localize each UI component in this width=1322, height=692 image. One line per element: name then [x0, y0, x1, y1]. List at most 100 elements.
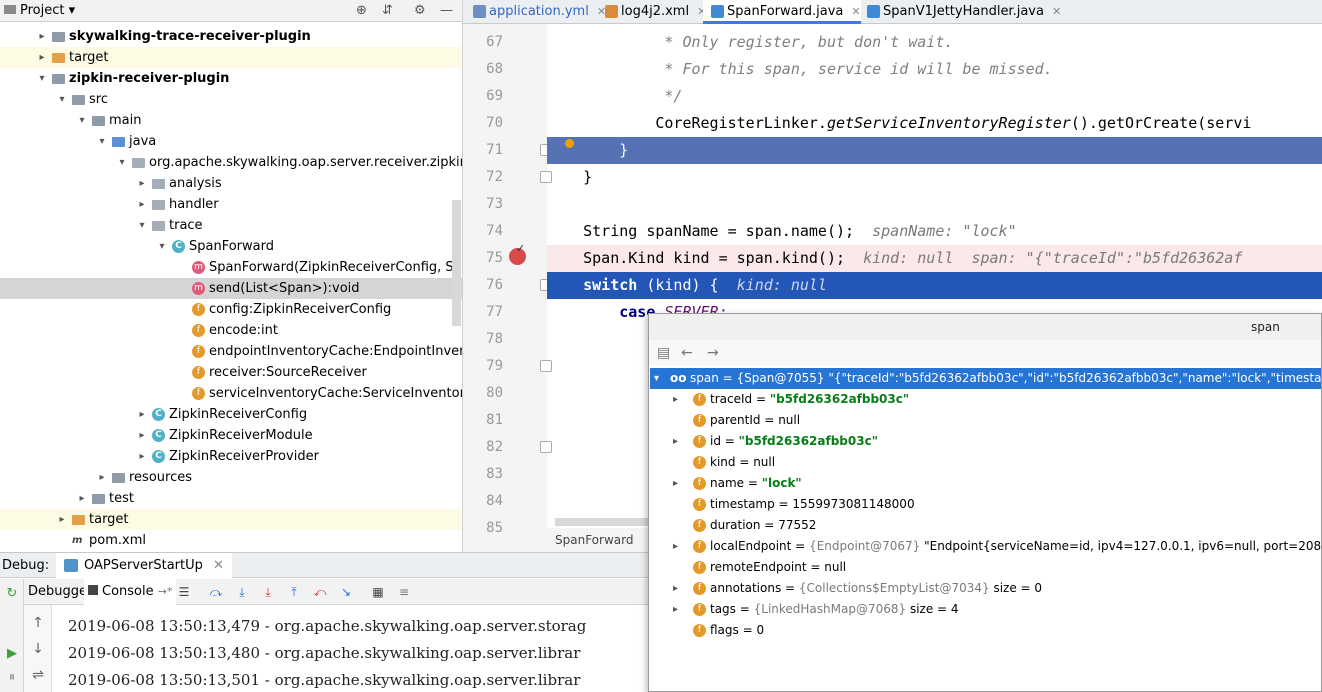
chevron-right-icon[interactable]: ▸ — [136, 404, 148, 425]
code-line-69[interactable]: */ — [547, 83, 1322, 110]
tree-item[interactable]: ▸ C ZipkinReceiverModule — [0, 425, 462, 446]
variable-row-traceid[interactable]: ▸ f traceId = "b5fd26362afbb03c" — [649, 389, 1321, 410]
tree-item[interactable]: ▾ C SpanForward — [0, 236, 462, 257]
chevron-right-icon[interactable]: ▸ — [136, 173, 148, 194]
chevron-down-icon[interactable]: ▾ — [56, 89, 68, 110]
hierarchy-icon[interactable]: ▤ — [657, 345, 670, 361]
tree-item[interactable]: ▸ C ZipkinReceiverProvider — [0, 446, 462, 467]
tab-application-yml[interactable]: application.yml ✕ — [465, 0, 606, 24]
variable-row-annotations[interactable]: ▸ f annotations = {Collections$EmptyList@7… — [649, 578, 1321, 599]
crosshair-icon[interactable]: ⊕ — [356, 3, 367, 18]
chevron-right-icon[interactable]: ▸ — [673, 578, 678, 599]
editor-horizontal-scrollbar[interactable] — [555, 518, 655, 526]
chevron-down-icon[interactable]: ▾ — [116, 152, 128, 173]
fold-marker-icon[interactable] — [540, 360, 552, 372]
tree-item[interactable]: ▾ src — [0, 89, 462, 110]
code-line-74[interactable]: String spanName = span.name(); spanName:… — [547, 218, 1322, 245]
back-arrow-icon[interactable]: ← — [681, 345, 693, 361]
code-line-68[interactable]: * For this span, service id will be miss… — [547, 56, 1322, 83]
run-to-cursor-icon[interactable]: ↘ — [338, 584, 354, 600]
chevron-right-icon[interactable]: ▸ — [136, 446, 148, 467]
chevron-right-icon[interactable]: ▸ — [673, 536, 678, 557]
chevron-right-icon[interactable]: ▸ — [136, 425, 148, 446]
fold-marker-icon[interactable] — [540, 441, 552, 453]
tab-spanforward-java[interactable]: SpanForward.java ✕ — [703, 0, 861, 24]
soft-wrap-icon[interactable]: ⇌ — [30, 667, 46, 683]
tree-item[interactable]: ▸ target — [0, 47, 462, 68]
evaluate-icon[interactable]: ▦ — [370, 584, 386, 600]
chevron-right-icon[interactable]: ▸ — [76, 488, 88, 509]
close-icon[interactable]: ✕ — [1052, 5, 1061, 18]
tree-item[interactable]: ▸ analysis — [0, 173, 462, 194]
tree-item[interactable]: ▸ skywalking-trace-receiver-plugin — [0, 26, 462, 47]
chevron-down-icon[interactable]: ▾ — [136, 215, 148, 236]
variable-root-row[interactable]: ▾ oo span = {Span@7055} "{"traceId":"b5f… — [650, 368, 1321, 389]
chevron-down-icon[interactable]: ▾ — [36, 68, 48, 89]
step-into-icon[interactable]: ⤓ — [260, 584, 276, 600]
pause-icon[interactable]: ⏸ — [3, 669, 21, 687]
tree-item[interactable]: m SpanForward(ZipkinReceiverConfig, Sou — [0, 257, 462, 278]
chevron-down-icon[interactable]: ▾ — [76, 110, 88, 131]
chevron-down-icon[interactable]: ▾ — [654, 368, 659, 389]
tree-item[interactable]: ▾ zipkin-receiver-plugin — [0, 68, 462, 89]
rerun-icon[interactable]: ↻ — [3, 585, 21, 603]
tree-item[interactable]: f receiver:SourceReceiver — [0, 362, 462, 383]
tree-item[interactable]: f serviceInventoryCache:ServiceInventory — [0, 383, 462, 404]
tree-item[interactable]: ▾ trace — [0, 215, 462, 236]
variable-row-kind[interactable]: f kind = null — [649, 452, 1321, 473]
chevron-right-icon[interactable]: ▸ — [36, 47, 48, 68]
tree-item[interactable]: ▾ org.apache.skywalking.oap.server.receiv… — [0, 152, 462, 173]
chevron-right-icon[interactable]: ▸ — [673, 473, 678, 494]
tree-item[interactable]: ▸ resources — [0, 467, 462, 488]
scroll-up-icon[interactable]: ↑ — [30, 615, 46, 631]
code-line-70[interactable]: CoreRegisterLinker.getServiceInventoryRe… — [547, 110, 1322, 137]
variable-row-duration[interactable]: f duration = 77552 — [649, 515, 1321, 536]
pin-icon[interactable]: →* — [158, 585, 173, 598]
variable-row-timestamp[interactable]: f timestamp = 1559973081148000 — [649, 494, 1321, 515]
tab-log4j2-xml[interactable]: log4j2.xml ✕ — [597, 0, 706, 24]
tab-console[interactable]: Console →* — [84, 579, 177, 605]
project-view-selector[interactable]: Project ▾ — [4, 3, 75, 18]
breadcrumb[interactable]: SpanForward — [547, 528, 657, 552]
forward-arrow-icon[interactable]: → — [707, 345, 719, 361]
scroll-down-icon[interactable]: ↓ — [30, 641, 46, 657]
chevron-right-icon[interactable]: ▸ — [673, 389, 678, 410]
tree-item[interactable]: f endpointInventoryCache:EndpointInvent — [0, 341, 462, 362]
drop-frame-icon[interactable]: ⤺ — [312, 584, 328, 600]
settings-list-icon[interactable]: ≡ — [396, 584, 412, 600]
chevron-right-icon[interactable]: ▸ — [36, 26, 48, 47]
code-line-72[interactable]: } — [547, 164, 1322, 191]
chevron-right-icon[interactable]: ▸ — [673, 431, 678, 452]
debug-session-tab[interactable]: OAPServerStartUp ✕ — [56, 553, 232, 578]
tree-item[interactable]: ▸ test — [0, 488, 462, 509]
resume-icon[interactable]: ▶ — [3, 645, 21, 663]
minimize-icon[interactable]: — — [440, 3, 453, 18]
code-line-76[interactable]: switch (kind) { kind: null — [547, 272, 1322, 299]
tree-item[interactable]: ▸ handler — [0, 194, 462, 215]
tree-scrollbar[interactable] — [452, 200, 461, 326]
popup-title-bar[interactable]: span — [649, 314, 1321, 340]
variable-row-parentid[interactable]: f parentId = null — [649, 410, 1321, 431]
gear-icon[interactable]: ⚙ — [414, 3, 426, 18]
split-icon[interactable]: ⇵ — [382, 3, 393, 18]
tab-spanv1jettyhandler-java[interactable]: SpanV1JettyHandler.java ✕ — [859, 0, 1061, 24]
chevron-right-icon[interactable]: ▸ — [673, 599, 678, 620]
chevron-down-icon[interactable]: ▾ — [156, 236, 168, 257]
show-execution-point-icon[interactable]: ⤼ — [208, 584, 224, 600]
menu-icon[interactable]: ☰ — [176, 584, 192, 600]
chevron-down-icon[interactable]: ▾ — [96, 131, 108, 152]
step-out-icon[interactable]: ⤒ — [286, 584, 302, 600]
tree-item[interactable]: m pom.xml — [0, 530, 462, 551]
tree-item[interactable]: ▸ target — [0, 509, 462, 530]
close-icon[interactable]: ✕ — [213, 558, 224, 573]
chevron-right-icon[interactable]: ▸ — [136, 194, 148, 215]
chevron-right-icon[interactable]: ▸ — [56, 509, 68, 530]
code-line-75[interactable]: Span.Kind kind = span.kind(); kind: null… — [547, 245, 1322, 272]
tree-item[interactable]: ▸ C ZipkinReceiverConfig — [0, 404, 462, 425]
variable-row-flags[interactable]: f flags = 0 — [649, 620, 1321, 641]
tree-item[interactable]: ▾ main — [0, 110, 462, 131]
tree-item[interactable]: m send(List<Span>):void — [0, 278, 462, 299]
tree-item[interactable]: f encode:int — [0, 320, 462, 341]
variable-row-name[interactable]: ▸ f name = "lock" — [649, 473, 1321, 494]
tree-item[interactable]: ▾ java — [0, 131, 462, 152]
